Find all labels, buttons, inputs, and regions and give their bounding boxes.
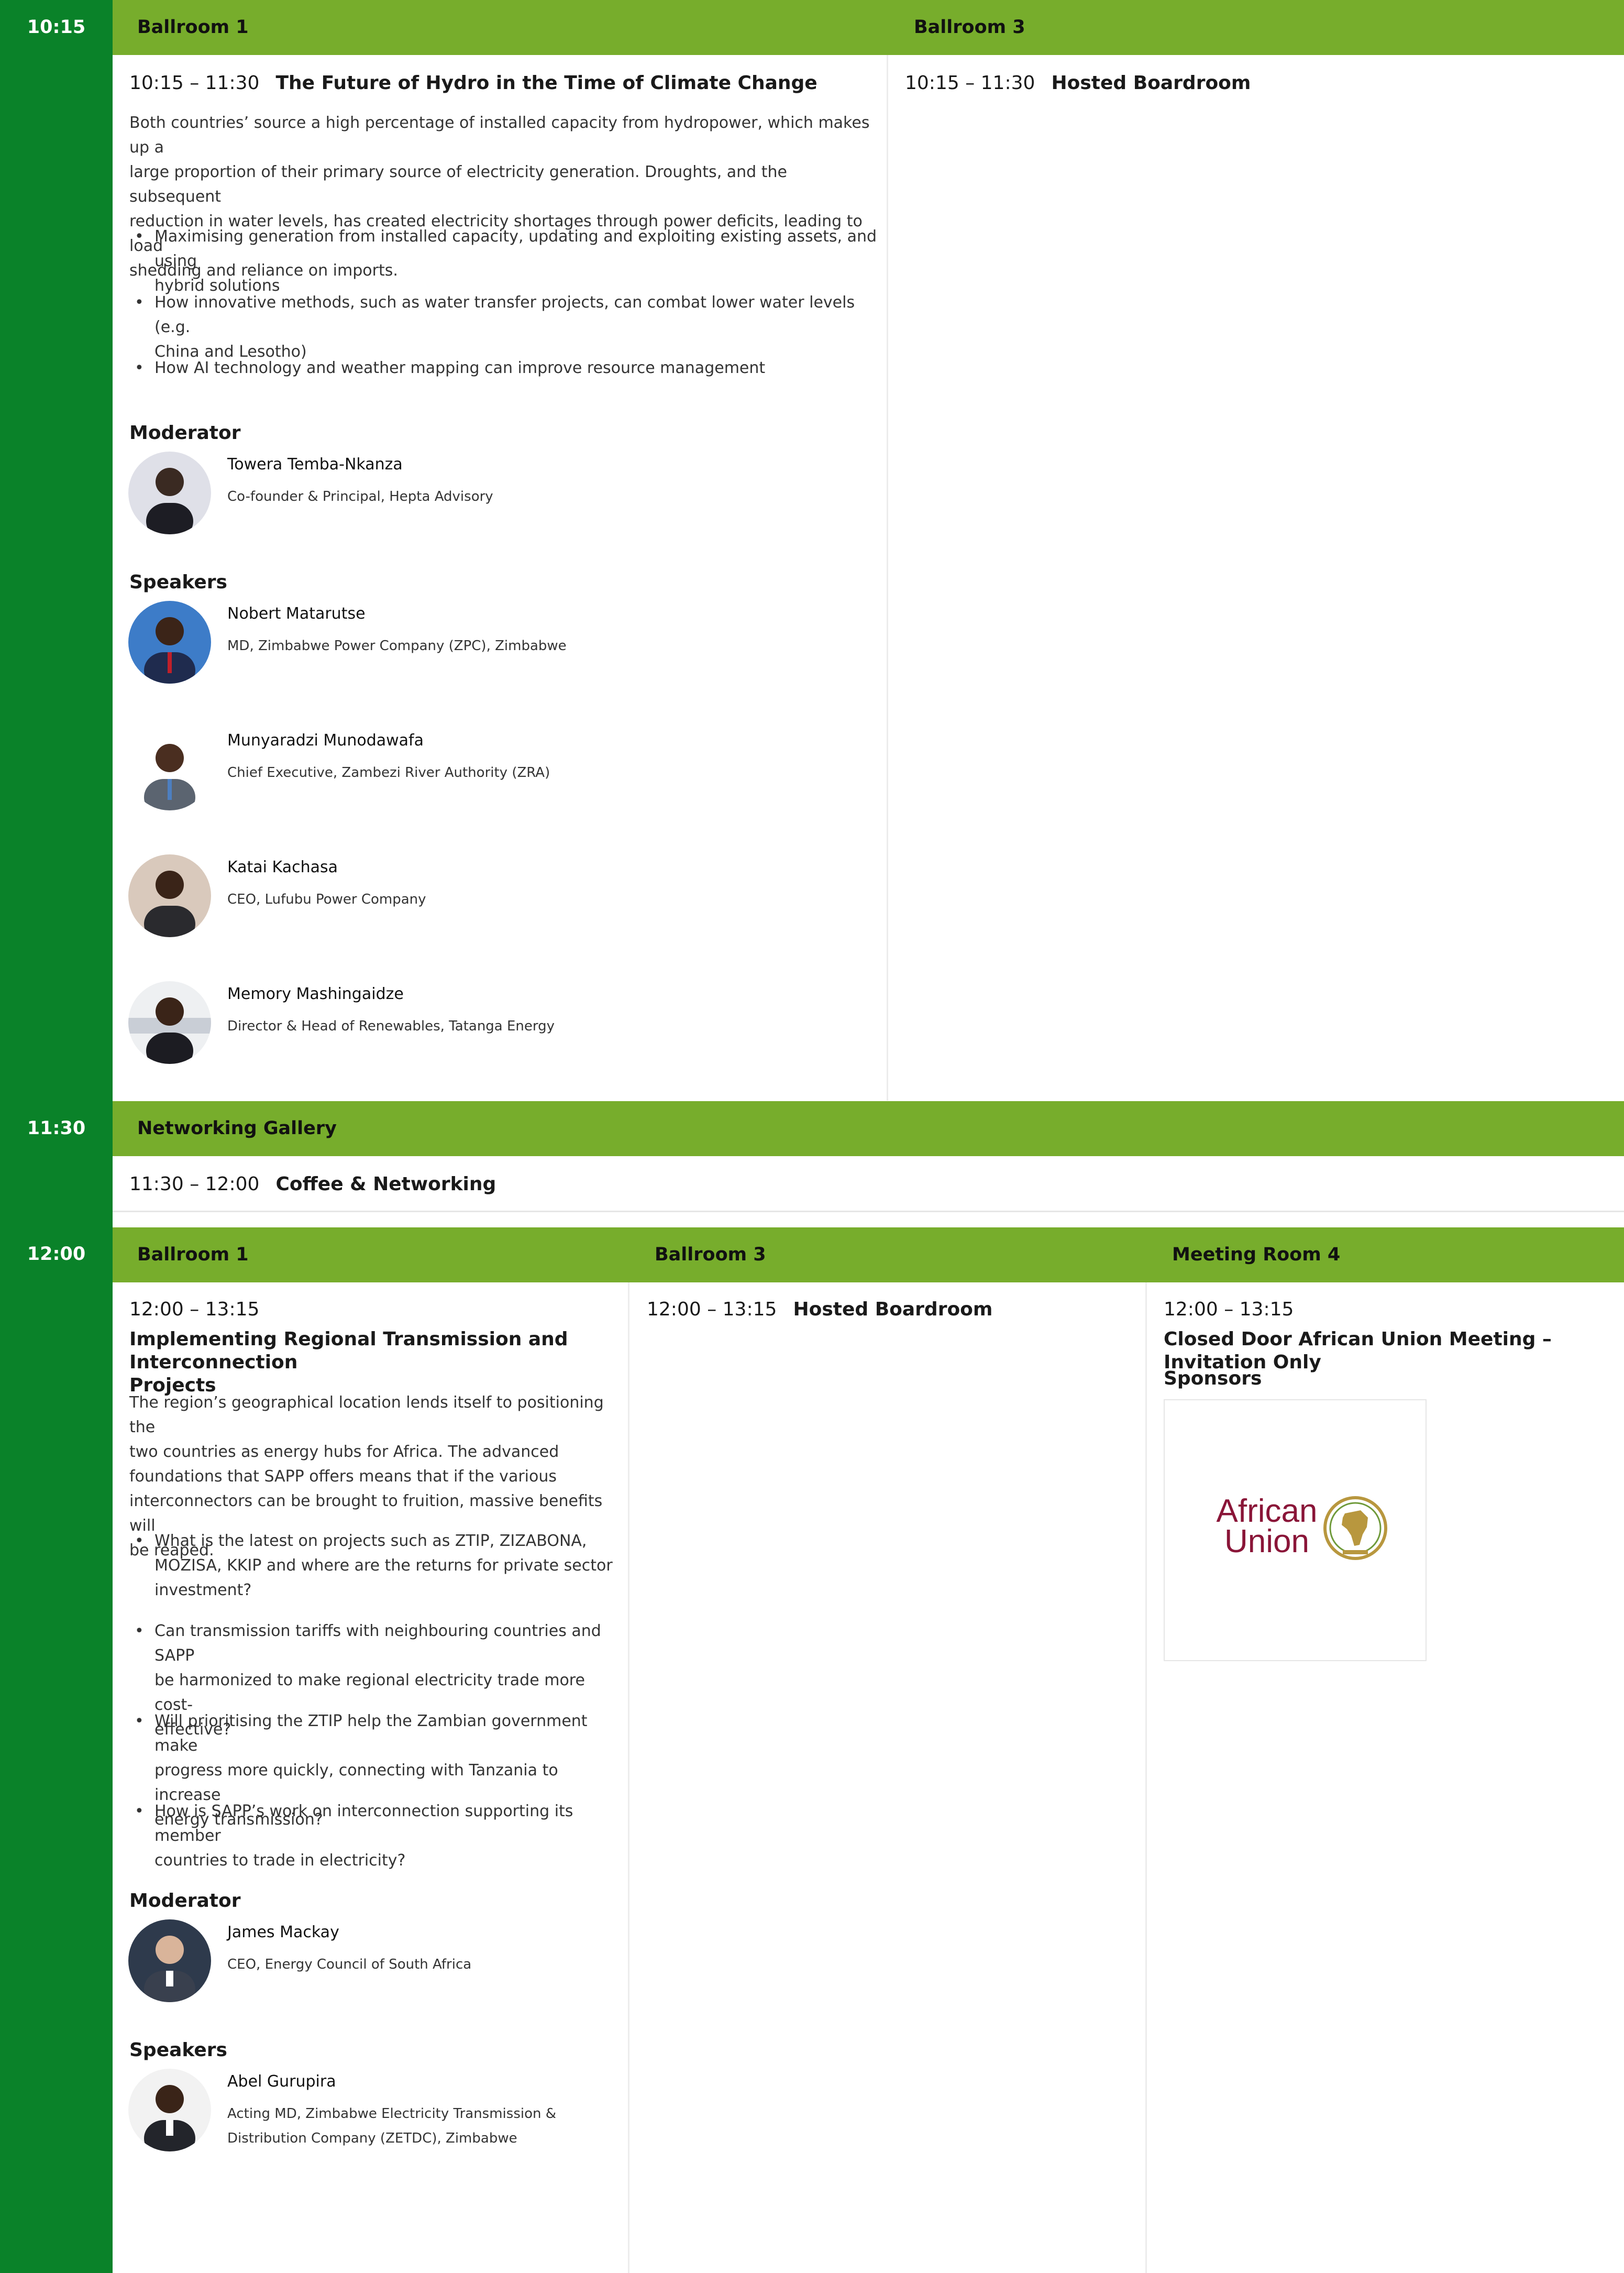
room-name: Ballroom 3 xyxy=(914,17,1025,38)
session-heading: 10:15 – 11:30 The Future of Hydro in the… xyxy=(129,72,873,95)
time-label: 12:00 xyxy=(27,1244,86,1265)
person-title: Chief Executive, Zambezi River Authority… xyxy=(227,765,550,781)
person-title: Acting MD, Zimbabwe Electricity Transmis… xyxy=(227,2106,557,2146)
session-title: Implementing Regional Transmission and I… xyxy=(129,1328,568,1396)
session-time: 12:00 – 13:15 xyxy=(129,1299,260,1320)
list-item: • What is the latest on projects such as… xyxy=(135,1532,613,1599)
moderator-heading: Moderator xyxy=(129,1890,241,1912)
avatar xyxy=(128,452,211,534)
time-label: 10:15 xyxy=(27,17,86,38)
avatar xyxy=(128,2069,211,2151)
sponsor-logo: African Union xyxy=(1164,1399,1427,1661)
room-header-bar: Networking Gallery xyxy=(113,1101,1624,1156)
session-heading: 10:15 – 11:30 Hosted Boardroom xyxy=(905,72,1607,95)
session-time: 12:00 – 13:15 xyxy=(647,1299,777,1320)
person-title: CEO, Lufubu Power Company xyxy=(227,892,426,907)
list-item: • How is SAPP’s work on interconnection … xyxy=(135,1802,573,1870)
room-name: Networking Gallery xyxy=(137,1118,337,1139)
avatar xyxy=(128,601,211,684)
speakers-heading: Speakers xyxy=(129,572,227,593)
session-time: 11:30 – 12:00 xyxy=(129,1173,260,1195)
column-divider xyxy=(887,55,888,1101)
section-divider xyxy=(113,1211,1624,1212)
africa-emblem-icon xyxy=(1323,1496,1387,1560)
person-name: Towera Temba-Nkanza xyxy=(227,455,403,474)
room-name: Ballroom 3 xyxy=(655,1244,766,1265)
session-time: 10:15 – 11:30 xyxy=(129,72,260,94)
person-title: Co-founder & Principal, Hepta Advisory xyxy=(227,489,493,504)
avatar xyxy=(128,981,211,1064)
list-item: • How innovative methods, such as water … xyxy=(135,293,855,361)
person-name: Abel Gurupira xyxy=(227,2072,336,2091)
person-name: Memory Mashingaidze xyxy=(227,985,404,1003)
person-title: CEO, Energy Council of South Africa xyxy=(227,1957,472,1972)
session-title: Hosted Boardroom xyxy=(1051,72,1251,94)
session-title: Hosted Boardroom xyxy=(793,1299,993,1320)
session-title: The Future of Hydro in the Time of Clima… xyxy=(275,72,817,94)
room-name: Ballroom 1 xyxy=(137,1244,249,1265)
avatar xyxy=(128,728,211,810)
time-label: 11:30 xyxy=(27,1118,86,1139)
person-title: Director & Head of Renewables, Tatanga E… xyxy=(227,1018,555,1034)
avatar xyxy=(128,1919,211,2002)
sponsor-logo-text: African Union xyxy=(1216,1493,1318,1560)
room-name: Meeting Room 4 xyxy=(1172,1244,1341,1265)
avatar xyxy=(128,854,211,937)
sponsors-heading: Sponsors xyxy=(1164,1368,1262,1389)
session-heading: 12:00 – 13:15 Hosted Boardroom xyxy=(647,1298,1134,1321)
list-item: • How AI technology and weather mapping … xyxy=(135,359,766,377)
speakers-heading: Speakers xyxy=(129,2039,227,2061)
room-header-bar: Ballroom 1 Ballroom 3 Meeting Room 4 xyxy=(113,1227,1624,1282)
person-name: Nobert Matarutse xyxy=(227,605,366,623)
room-header-bar: Ballroom 1 Ballroom 3 xyxy=(113,0,1624,55)
person-name: Katai Kachasa xyxy=(227,858,338,876)
session-time: 12:00 – 13:15 xyxy=(1164,1299,1294,1320)
moderator-heading: Moderator xyxy=(129,422,241,444)
person-name: James Mackay xyxy=(227,1923,339,1941)
person-title: MD, Zimbabwe Power Company (ZPC), Zimbab… xyxy=(227,638,567,654)
column-divider xyxy=(1145,1282,1147,2273)
list-item: • Maximising generation from installed c… xyxy=(135,227,877,295)
column-divider xyxy=(628,1282,629,2273)
person-name: Munyaradzi Munodawafa xyxy=(227,731,424,750)
room-name: Ballroom 1 xyxy=(137,17,249,38)
session-heading: 11:30 – 12:00 Coffee & Networking xyxy=(129,1173,863,1196)
session-time: 10:15 – 11:30 xyxy=(905,72,1035,94)
session-title: Coffee & Networking xyxy=(275,1173,496,1195)
